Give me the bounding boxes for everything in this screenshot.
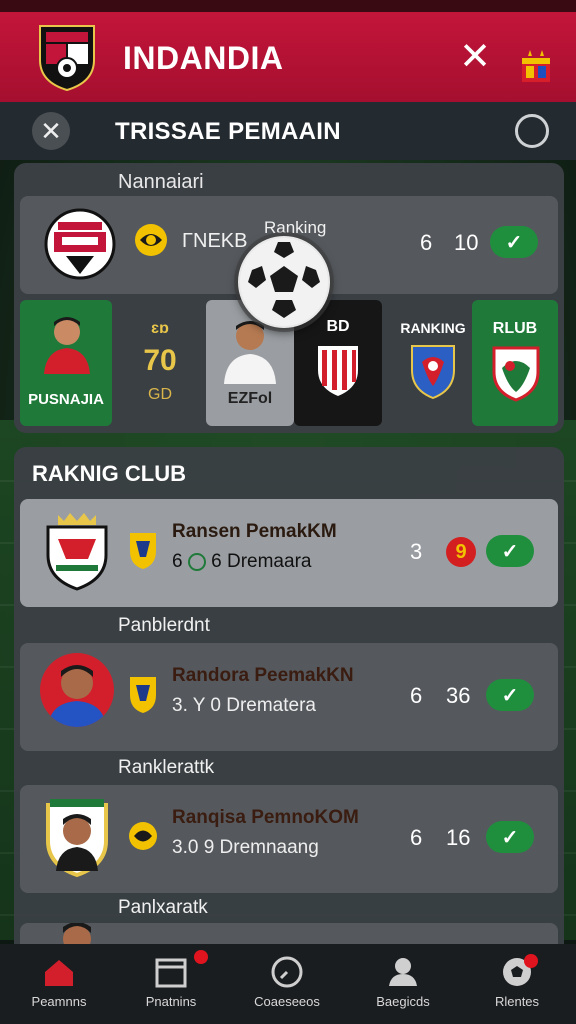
score-value: 70 bbox=[143, 344, 177, 377]
ranking-title: RAKNIG CLUB bbox=[32, 461, 186, 486]
clock-icon bbox=[271, 956, 303, 988]
club-crest-icon bbox=[44, 208, 116, 280]
gold-emblem-icon bbox=[135, 224, 167, 256]
score-top: ɛɒ bbox=[151, 320, 169, 337]
bottom-nav: Peamnns Pnatnins Coaeseeos Baegicds Rlen… bbox=[0, 944, 576, 1024]
row-name: Ranqisa PemnoKOM bbox=[172, 807, 359, 828]
player-1-caption: PUSNAJIA bbox=[28, 391, 104, 408]
ranking-tile[interactable]: RANKING bbox=[388, 300, 478, 426]
home-icon bbox=[45, 960, 73, 986]
calendar-icon bbox=[155, 958, 187, 988]
back-button[interactable]: ✕ bbox=[32, 112, 70, 150]
row-value: 6 bbox=[410, 825, 423, 850]
nav-label: Peamnns bbox=[31, 994, 87, 1009]
page-title: TRISSAE PEMAAIN bbox=[115, 118, 341, 145]
notification-dot bbox=[524, 954, 538, 968]
striped-shield-icon bbox=[318, 346, 358, 396]
player-2-caption: EZFol bbox=[227, 390, 273, 407]
club-green-label: RLUB bbox=[492, 320, 538, 337]
ranking-row[interactable]: Ranqisa PemnoKOM 3.0 9 Dremnaang 6 16 ✓ bbox=[20, 785, 558, 893]
ranking-panel: RAKNIG CLUB Ransen PemakKM 6 6 Dremaara … bbox=[14, 447, 564, 947]
row-value: 6 bbox=[410, 683, 423, 708]
nav-ball[interactable]: Rlentes bbox=[462, 944, 572, 1024]
nav-home[interactable]: Peamnns bbox=[4, 944, 114, 1024]
ranking-row[interactable]: Randora PeemakKN 3. Y 0 Drematera 6 36 ✓ bbox=[20, 643, 558, 751]
green-circle-icon bbox=[187, 552, 206, 571]
nav-label: Coaeseeos bbox=[254, 994, 320, 1009]
football-icon bbox=[238, 236, 330, 328]
row-subtitle: 3.0 9 Dremnaang bbox=[172, 837, 319, 858]
group-label: Ranklerattk bbox=[118, 757, 215, 778]
club-crest-icon bbox=[46, 513, 108, 591]
featured-label: Nannaiari bbox=[118, 171, 204, 193]
player-avatar bbox=[40, 653, 114, 727]
check-button[interactable]: ✓ bbox=[486, 821, 534, 853]
club-tile-green[interactable]: RLUB bbox=[472, 300, 558, 426]
user-icon bbox=[389, 958, 417, 986]
row-value: 3 bbox=[410, 539, 423, 564]
circle-icon[interactable] bbox=[515, 114, 549, 148]
ranking-row[interactable]: Ransen PemakKM 6 6 Dremaara 3 9 ✓ bbox=[20, 499, 558, 607]
notification-dot bbox=[194, 950, 208, 964]
group-label: Panlxaratk bbox=[118, 897, 208, 918]
nav-calendar[interactable]: Pnatnins bbox=[116, 944, 226, 1024]
close-icon[interactable]: ✕ bbox=[458, 38, 492, 76]
check-button[interactable]: ✓ bbox=[486, 679, 534, 711]
status-strip bbox=[0, 0, 576, 12]
player-crest-icon bbox=[46, 799, 108, 878]
green-shield-icon bbox=[492, 346, 540, 402]
app-title: INDANDIA bbox=[123, 40, 284, 76]
nav-user[interactable]: Baegicds bbox=[348, 944, 458, 1024]
ranking-tile-label: RANKING bbox=[400, 320, 466, 336]
subheader: ✕ TRISSAE PEMAAIN bbox=[0, 102, 576, 160]
row-name: Randora PeemakKN bbox=[172, 665, 354, 686]
featured-value-b: 10 bbox=[454, 230, 479, 255]
row-name: Ransen PemakKM bbox=[172, 521, 337, 542]
gold-emblem-icon bbox=[129, 822, 157, 850]
app-header: INDANDIA ✕ bbox=[0, 12, 576, 102]
score-tile: ɛɒ 70 GD bbox=[120, 300, 200, 426]
club-logo-icon[interactable] bbox=[36, 22, 98, 92]
flag-icon[interactable] bbox=[520, 48, 552, 84]
red-badge: 9 bbox=[446, 537, 476, 567]
row-subtitle: 6 6 Dremaara bbox=[172, 551, 312, 572]
gold-shield-icon bbox=[130, 677, 156, 713]
nav-label: Pnatnins bbox=[145, 994, 197, 1009]
row-score: 16 bbox=[446, 825, 471, 850]
nav-label: Rlentes bbox=[494, 994, 540, 1009]
score-bottom: GD bbox=[148, 386, 172, 403]
gold-shield-icon bbox=[130, 533, 156, 569]
group-label: Panblerdnt bbox=[118, 615, 210, 636]
nav-label: Baegicds bbox=[376, 994, 430, 1009]
blue-shield-icon bbox=[411, 345, 455, 400]
row-score: 36 bbox=[446, 683, 471, 708]
featured-value-a: 6 bbox=[420, 230, 433, 255]
player-avatar-icon bbox=[44, 317, 90, 374]
row-subtitle: 3. Y 0 Drematera bbox=[172, 695, 316, 716]
check-button[interactable]: ✓ bbox=[490, 226, 538, 258]
player-tile-1[interactable]: PUSNAJIA bbox=[20, 300, 112, 426]
ranking-caption: Ranking bbox=[264, 218, 327, 237]
check-button[interactable]: ✓ bbox=[486, 535, 534, 567]
nav-clock[interactable]: Coaeseeos bbox=[232, 944, 342, 1024]
